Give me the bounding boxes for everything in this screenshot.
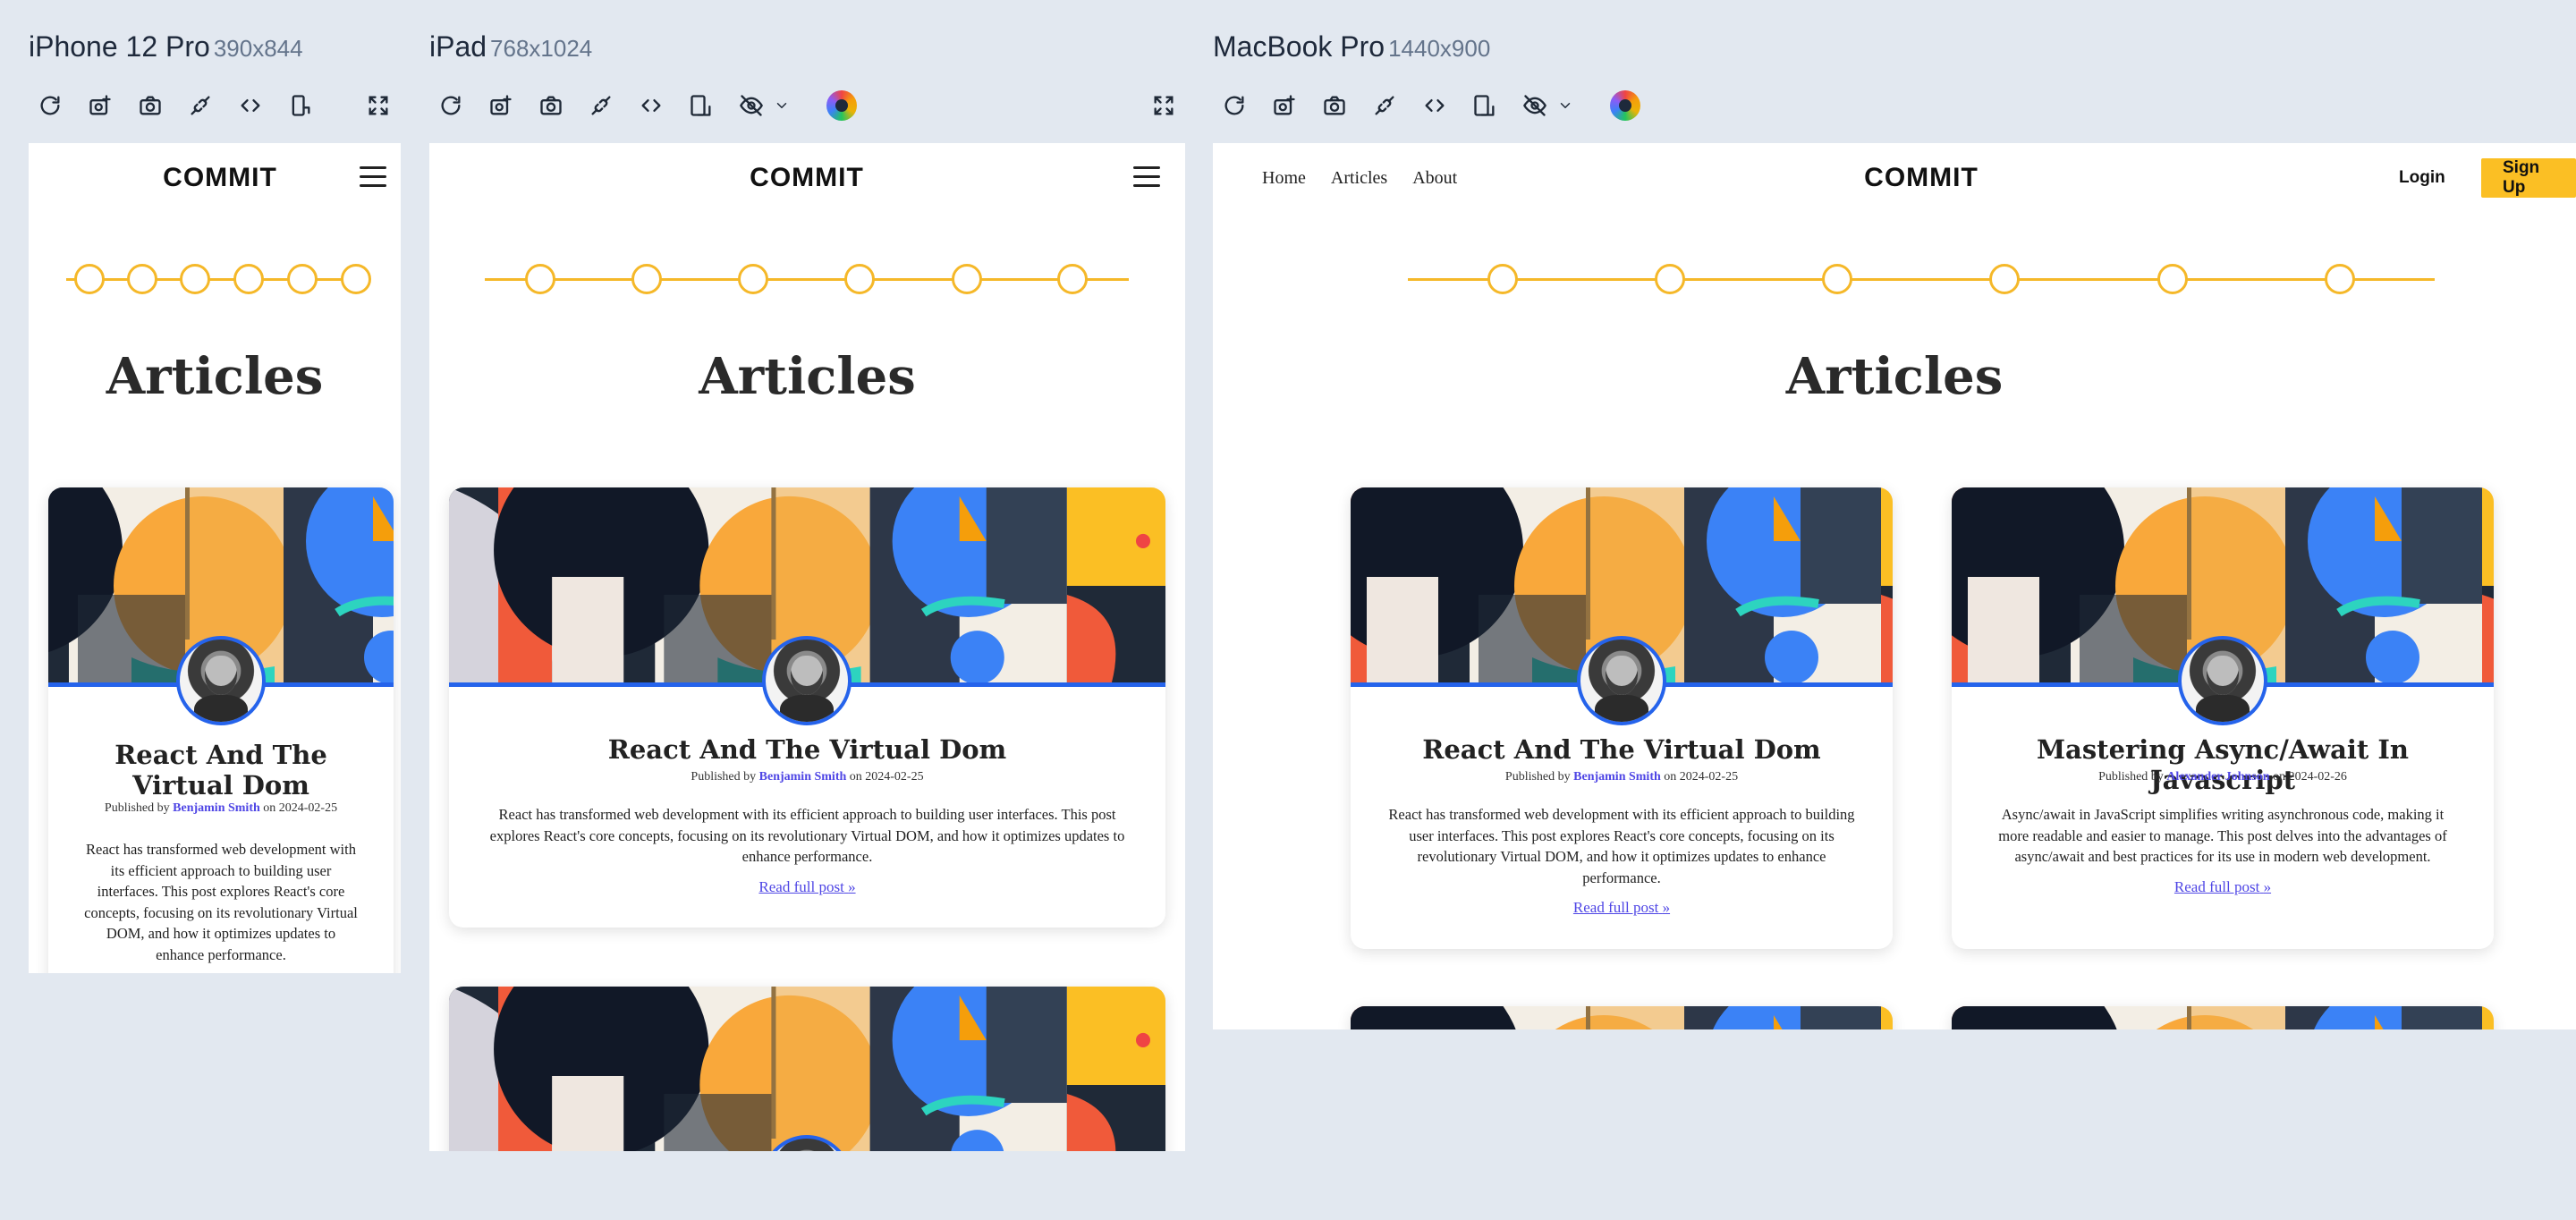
disconnect-icon[interactable]	[184, 89, 216, 122]
fullscreen-icon[interactable]	[1148, 89, 1180, 122]
nav-articles[interactable]: Articles	[1331, 168, 1387, 189]
disconnect-icon[interactable]	[585, 89, 617, 122]
article-title[interactable]: Mastering Async/Await In Javascript	[1970, 734, 2476, 795]
article-card	[1351, 1006, 1893, 1029]
rotate-device-icon[interactable]	[284, 89, 317, 122]
site-header: COMMIT	[429, 143, 1185, 215]
macbook-viewport: Home Articles About COMMIT Login Sign Up…	[1213, 143, 2576, 1029]
site-header: COMMIT	[29, 143, 401, 215]
author-avatar	[1577, 636, 1666, 725]
hide-icon[interactable]	[735, 89, 767, 122]
site-logo[interactable]: COMMIT	[1864, 163, 1979, 193]
chevron-down-icon[interactable]	[1556, 89, 1574, 122]
article-card: React And The Virtual Dom Published by B…	[1351, 487, 1893, 949]
article-excerpt: Async/await in JavaScript simplifies wri…	[1998, 806, 2447, 865]
page-title: Articles	[106, 347, 324, 406]
hide-icon[interactable]	[1519, 89, 1551, 122]
article-card: React And The Virtual Dom Published by B…	[48, 487, 394, 973]
article-card: Mastering Async/Await In Javascript Publ…	[1952, 487, 2494, 949]
iphone-toolbar	[34, 89, 335, 122]
page-title: Articles	[1785, 347, 2004, 406]
ipad-viewport: COMMIT Articles React And The Virtual Do…	[429, 143, 1185, 1151]
site-header: Home Articles About COMMIT Login Sign Up	[1213, 143, 2576, 215]
device-title-iphone: iPhone 12 Pro 390x844	[29, 30, 303, 63]
double-chevron-right-icon: »	[1662, 899, 1671, 916]
author-avatar	[176, 636, 266, 725]
rotate-device-icon[interactable]	[685, 89, 717, 122]
author-link[interactable]: Benjamin Smith	[1573, 770, 1661, 784]
device-dims: 1440x900	[1388, 35, 1491, 62]
ipad-toolbar	[435, 89, 857, 122]
macbook-toolbar	[1218, 89, 1640, 122]
code-icon[interactable]	[234, 89, 267, 122]
read-more-link[interactable]: Read full post »	[449, 878, 1165, 896]
camera-icon[interactable]	[134, 89, 166, 122]
author-avatar	[762, 636, 852, 725]
disconnect-icon[interactable]	[1368, 89, 1401, 122]
color-picker-icon[interactable]	[1610, 90, 1640, 121]
author-link[interactable]: Alexander Johnson	[2166, 770, 2269, 784]
author-link[interactable]: Benjamin Smith	[759, 770, 847, 784]
timeline-decoration	[66, 264, 371, 294]
article-cover-image	[1351, 1006, 1893, 1029]
nav-about[interactable]: About	[1412, 168, 1457, 189]
device-dims: 768x1024	[490, 35, 593, 62]
article-meta: Published by Benjamin Smith on 2024-02-2…	[104, 801, 338, 815]
site-logo[interactable]: COMMIT	[163, 163, 277, 193]
page-title: Articles	[699, 347, 916, 406]
timeline-decoration	[485, 264, 1129, 294]
chevron-down-icon[interactable]	[773, 89, 791, 122]
device-title-ipad: iPad 768x1024	[429, 30, 593, 63]
refresh-icon[interactable]	[34, 89, 66, 122]
menu-icon[interactable]	[1133, 166, 1160, 188]
color-picker-icon[interactable]	[826, 90, 857, 121]
camera-icon[interactable]	[1318, 89, 1351, 122]
main-nav: Home Articles About	[1262, 168, 1457, 189]
camera-icon[interactable]	[535, 89, 567, 122]
double-chevron-right-icon: »	[2263, 878, 2272, 895]
refresh-icon[interactable]	[435, 89, 467, 122]
article-title[interactable]: React And The Virtual Dom	[1368, 734, 1875, 765]
article-meta: Published by Benjamin Smith on 2024-02-2…	[1504, 770, 1739, 784]
code-icon[interactable]	[1419, 89, 1451, 122]
article-title[interactable]: React And The Virtual Dom	[66, 740, 376, 801]
device-dims: 390x844	[213, 35, 303, 62]
timeline-decoration	[1408, 264, 2435, 294]
article-cover-image	[1952, 1006, 2494, 1029]
login-button[interactable]: Login	[2399, 168, 2445, 188]
article-card	[1952, 1006, 2494, 1029]
code-icon[interactable]	[635, 89, 667, 122]
iphone-viewport: COMMIT Articles React And The Virtual Do…	[29, 143, 401, 973]
fullscreen-icon[interactable]	[362, 89, 394, 122]
rotate-device-icon[interactable]	[1469, 89, 1501, 122]
site-logo[interactable]: COMMIT	[750, 163, 864, 193]
nav-home[interactable]: Home	[1262, 168, 1306, 189]
article-cover-image	[449, 987, 1165, 1151]
screenshot-icon[interactable]	[1268, 89, 1301, 122]
article-title[interactable]: React And The Virtual Dom	[467, 734, 1148, 765]
article-card	[449, 987, 1165, 1151]
refresh-icon[interactable]	[1218, 89, 1250, 122]
author-link[interactable]: Benjamin Smith	[173, 801, 260, 815]
read-more-link[interactable]: Read full post »	[1952, 878, 2494, 896]
article-meta: Published by Alexander Johnson on 2024-0…	[2098, 770, 2347, 784]
article-excerpt: React has transformed web development wi…	[1388, 806, 1855, 886]
article-card: React And The Virtual Dom Published by B…	[449, 487, 1165, 928]
device-title-macbook: MacBook Pro 1440x900	[1213, 30, 1491, 63]
article-excerpt: React has transformed web development wi…	[489, 806, 1125, 865]
author-avatar	[2178, 636, 2267, 725]
screenshot-icon[interactable]	[485, 89, 517, 122]
read-more-link[interactable]: Read full post »	[1351, 899, 1893, 917]
signup-button[interactable]: Sign Up	[2481, 158, 2576, 198]
menu-icon[interactable]	[360, 166, 386, 188]
screenshot-icon[interactable]	[84, 89, 116, 122]
article-excerpt: React has transformed web development wi…	[84, 841, 358, 963]
article-meta: Published by Benjamin Smith on 2024-02-2…	[691, 770, 924, 784]
double-chevron-right-icon: »	[848, 878, 856, 895]
